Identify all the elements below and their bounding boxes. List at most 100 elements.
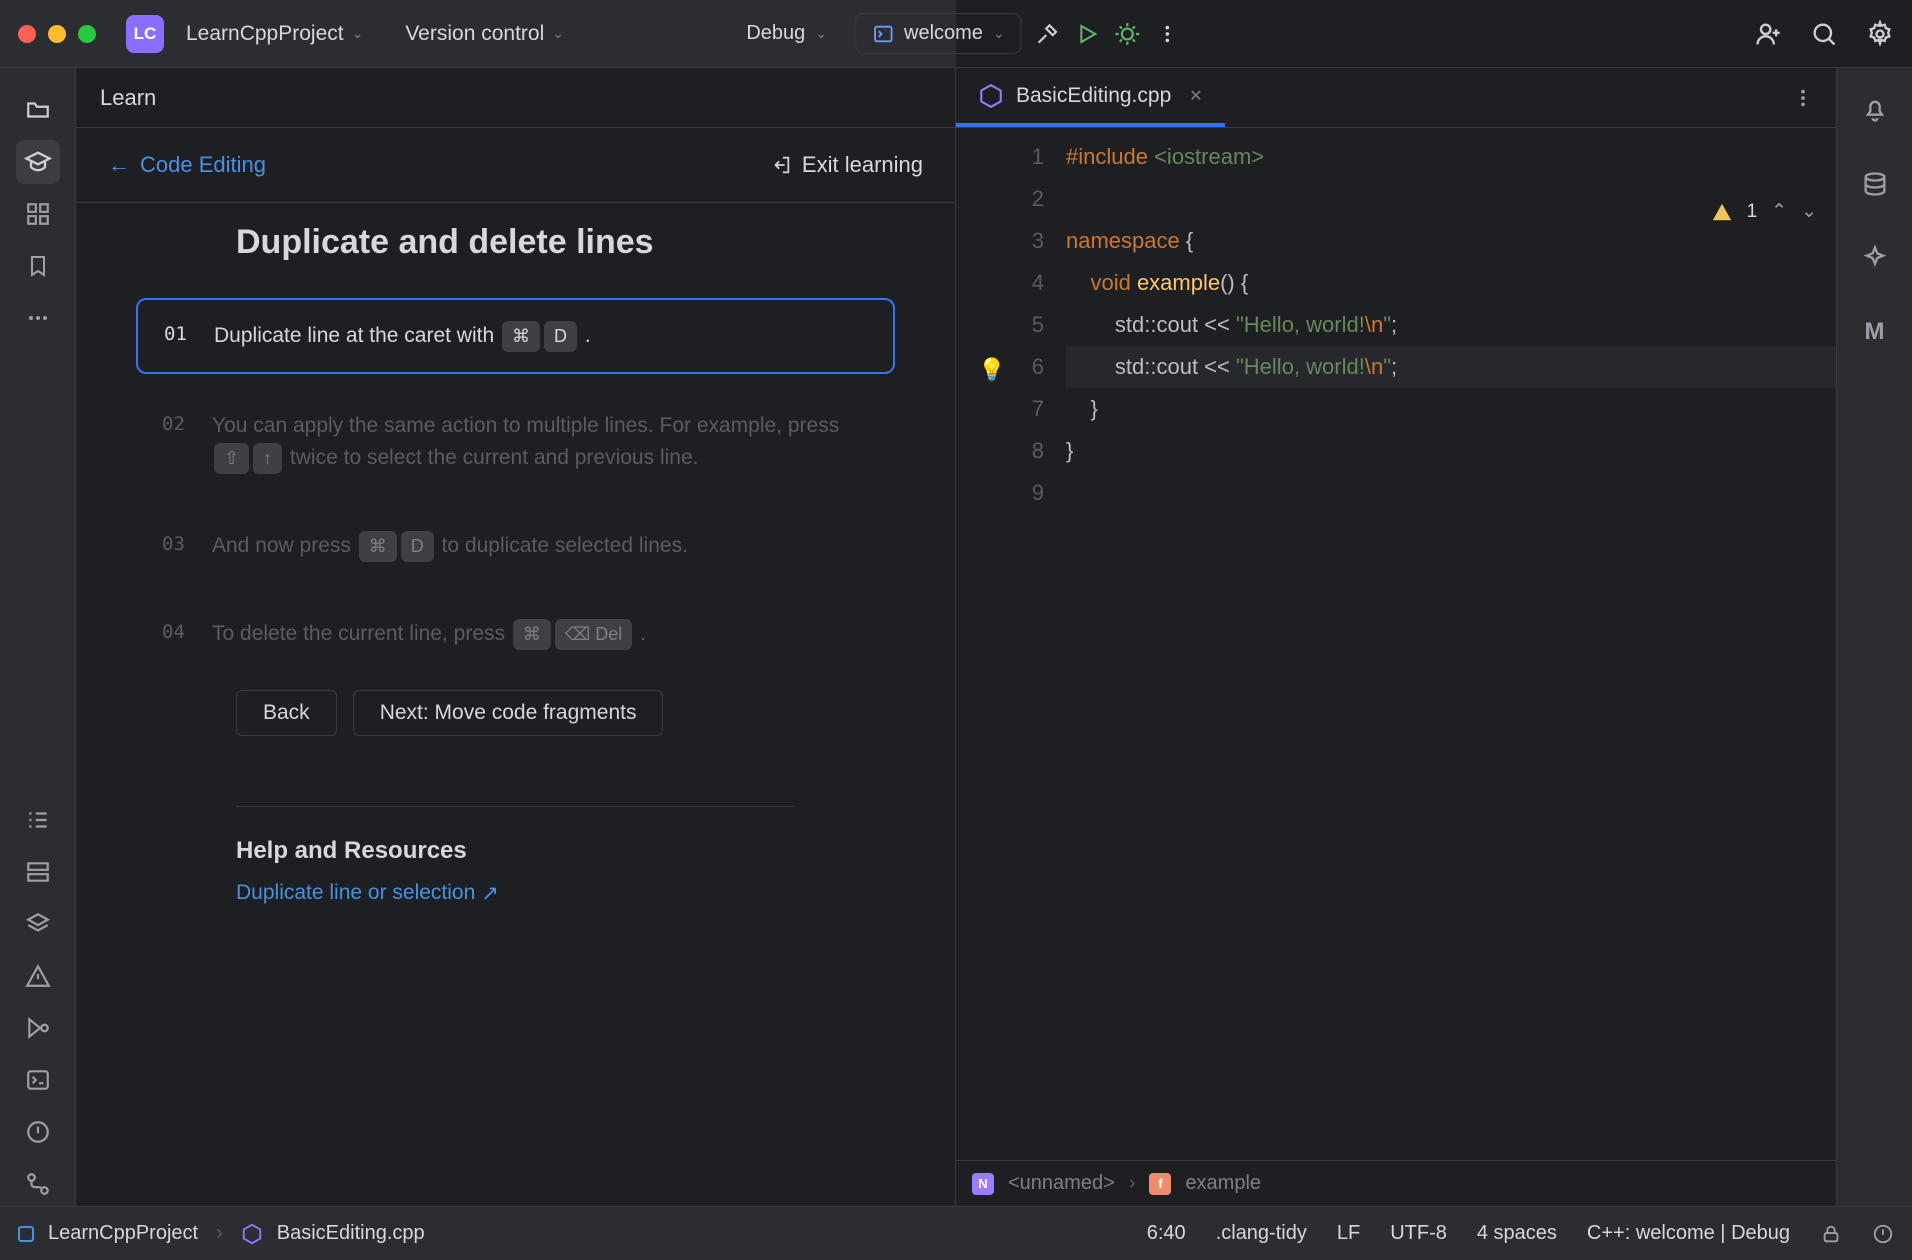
project-selector[interactable]: LearnCppProject ⌄ <box>176 16 373 52</box>
code-line[interactable]: std::cout << "Hello, world!\n"; <box>1066 304 1836 346</box>
services-tool-button[interactable] <box>16 902 60 946</box>
structure-tool-button[interactable] <box>16 192 60 236</box>
lesson-step: 01Duplicate line at the caret with ⌘D . <box>136 298 895 374</box>
status-caret[interactable]: 6:40 <box>1147 1222 1186 1245</box>
window-maximize-button[interactable] <box>78 25 96 43</box>
keyboard-shortcut: ↑ <box>253 443 282 474</box>
project-name-label: LearnCppProject <box>186 22 344 46</box>
alert-circle-icon[interactable] <box>1872 1223 1894 1245</box>
target-label: welcome <box>904 22 983 45</box>
bookmarks-tool-button[interactable] <box>16 244 60 288</box>
keyboard-shortcut: ⌫ Del <box>555 619 632 650</box>
external-link-icon: ↗ <box>481 881 499 906</box>
terminal-icon <box>872 23 894 45</box>
chevron-down-icon: ⌄ <box>352 25 364 42</box>
chevron-right-icon: › <box>1129 1172 1136 1195</box>
keyboard-shortcut: ⌘ <box>513 619 551 650</box>
cpp-file-icon <box>241 1223 263 1245</box>
status-clang[interactable]: .clang-tidy <box>1216 1222 1307 1245</box>
learn-panel-title: Learn <box>76 68 955 128</box>
checklist-icon <box>25 807 51 833</box>
project-tool-button[interactable] <box>16 88 60 132</box>
exit-learning-label: Exit learning <box>802 152 923 178</box>
chevron-down-icon[interactable]: ⌄ <box>1801 200 1817 223</box>
back-button[interactable]: Back <box>236 690 337 736</box>
status-indent[interactable]: 4 spaces <box>1477 1222 1557 1245</box>
lightbulb-icon[interactable]: 💡 <box>978 349 1005 391</box>
window-close-button[interactable] <box>18 25 36 43</box>
close-tab-button[interactable]: ✕ <box>1189 86 1202 106</box>
vcs-tool-button[interactable] <box>16 1162 60 1206</box>
code-line[interactable]: } <box>1066 388 1836 430</box>
version-control-selector[interactable]: Version control ⌄ <box>395 16 574 52</box>
structure-icon <box>25 201 51 227</box>
status-file[interactable]: BasicEditing.cpp <box>277 1222 425 1245</box>
database-tool-button[interactable] <box>1853 162 1897 206</box>
status-project[interactable]: LearnCppProject <box>48 1222 198 1245</box>
step-number: 04 <box>162 618 192 650</box>
gear-icon <box>1866 20 1894 48</box>
warning-count: 1 <box>1747 201 1758 223</box>
more-run-actions[interactable] <box>1154 20 1182 48</box>
project-indicator-icon[interactable] <box>18 1226 34 1242</box>
tool-window-bar-right: M <box>1836 68 1912 1206</box>
status-encoding[interactable]: UTF-8 <box>1390 1222 1447 1245</box>
step-number: 03 <box>162 530 192 562</box>
code-editor[interactable]: 💡 123456789 #include <iostream>namespace… <box>956 128 1836 1160</box>
lock-icon[interactable] <box>1820 1223 1842 1245</box>
editor-tab-actions[interactable] <box>1782 68 1824 127</box>
messages-tool-button[interactable] <box>16 954 60 998</box>
editor-tab[interactable]: BasicEditing.cpp ✕ <box>956 68 1225 127</box>
exit-learning-button[interactable]: Exit learning <box>770 152 923 178</box>
target-selector[interactable]: welcome ⌄ <box>855 13 1022 54</box>
code-line[interactable]: } <box>1066 430 1836 472</box>
warning-triangle-icon <box>25 963 51 989</box>
build-button[interactable] <box>1034 20 1062 48</box>
function-icon: f <box>1149 1173 1171 1195</box>
status-context[interactable]: C++: welcome | Debug <box>1587 1222 1790 1245</box>
help-link[interactable]: Duplicate line or selection ↗ <box>236 881 499 906</box>
next-button[interactable]: Next: Move code fragments <box>353 690 664 736</box>
keyboard-shortcut: D <box>401 531 434 562</box>
code-line[interactable] <box>1066 472 1836 514</box>
run-button[interactable] <box>1074 20 1102 48</box>
code-line[interactable]: namespace { <box>1066 220 1836 262</box>
chevron-up-icon[interactable]: ⌃ <box>1771 200 1787 223</box>
notifications-button[interactable] <box>1853 88 1897 132</box>
code-line[interactable]: #include <iostream> <box>1066 136 1836 178</box>
step-text: And now press ⌘D to duplicate selected l… <box>212 530 869 562</box>
help-title: Help and Resources <box>236 837 795 865</box>
keyboard-shortcut: ⇧ <box>214 443 249 474</box>
search-button[interactable] <box>1810 20 1838 48</box>
lesson-step: 02You can apply the same action to multi… <box>136 390 895 494</box>
cpp-file-icon <box>978 83 1004 109</box>
makefile-tool-button[interactable]: M <box>1853 310 1897 354</box>
code-line[interactable]: std::cout << "Hello, world!\n"; <box>1066 346 1836 388</box>
collab-button[interactable] <box>1754 20 1782 48</box>
breadcrumb[interactable]: N <unnamed> › f example <box>956 1160 1836 1206</box>
problems-tool-button[interactable] <box>16 1110 60 1154</box>
chevron-down-icon: ⌄ <box>993 25 1005 42</box>
terminal-tool-button[interactable] <box>16 1058 60 1102</box>
more-tools-button[interactable] <box>16 296 60 340</box>
inspection-widget[interactable]: 1 ⌃ ⌄ <box>1711 200 1817 223</box>
step-text: Duplicate line at the caret with ⌘D . <box>214 320 867 352</box>
tool-window-bar-left <box>0 68 76 1206</box>
back-to-topic-link[interactable]: ← Code Editing <box>108 152 266 178</box>
user-plus-icon <box>1754 20 1782 48</box>
ai-tool-button[interactable] <box>1853 236 1897 280</box>
run-config-selector[interactable]: Debug ⌄ <box>730 14 843 53</box>
settings-button[interactable] <box>1866 20 1894 48</box>
cmake-tool-button[interactable] <box>16 850 60 894</box>
bug-icon <box>1115 21 1141 47</box>
code-line[interactable]: void example() { <box>1066 262 1836 304</box>
project-badge[interactable]: LC <box>126 15 164 53</box>
lesson-step: 03 And now press ⌘D to duplicate selected… <box>136 510 895 582</box>
window-minimize-button[interactable] <box>48 25 66 43</box>
todo-tool-button[interactable] <box>16 798 60 842</box>
learn-tool-button[interactable] <box>16 140 60 184</box>
run-tool-button[interactable] <box>16 1006 60 1050</box>
status-line-separator[interactable]: LF <box>1337 1222 1360 1245</box>
lesson-step: 04To delete the current line, press ⌘⌫ D… <box>136 598 895 670</box>
debug-button[interactable] <box>1114 20 1142 48</box>
